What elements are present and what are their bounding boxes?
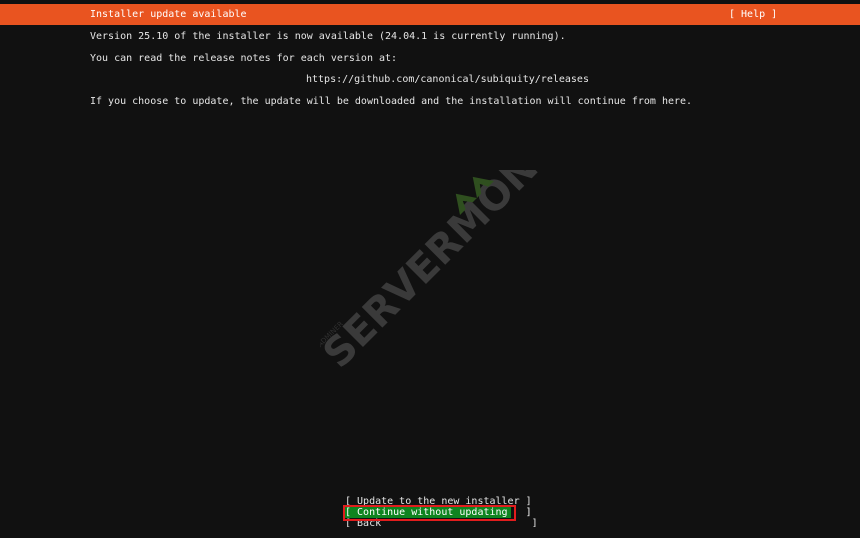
servermon-logo-icon [455, 176, 494, 215]
watermark-subtext: ADMINER [320, 320, 345, 349]
title-bar: Installer update available [ Help ] [0, 4, 860, 25]
update-installer-button[interactable]: [ Update to the new installer ] [345, 496, 532, 507]
watermark-text: SERVERMON [320, 170, 547, 377]
page-title: Installer update available [90, 9, 247, 20]
release-notes-url: https://github.com/canonical/subiquity/r… [306, 74, 589, 85]
version-message: Version 25.10 of the installer is now av… [90, 31, 566, 42]
continue-without-updating-button[interactable]: [ Continue without updating ] [345, 507, 532, 518]
back-button[interactable]: [ Back ] [345, 518, 538, 527]
release-notes-message: You can read the release notes for each … [90, 53, 398, 64]
update-explanation: If you choose to update, the update will… [90, 96, 693, 107]
help-button[interactable]: [ Help ] [729, 9, 777, 20]
servermon-watermark: SERVERMON ADMINER [320, 170, 547, 377]
